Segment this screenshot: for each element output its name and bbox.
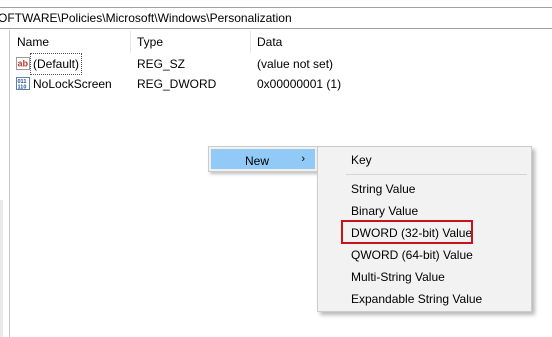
- svg-text:110: 110: [18, 85, 27, 91]
- column-header-name[interactable]: Name: [11, 31, 131, 53]
- string-value-icon: ab: [16, 57, 30, 70]
- menu-item-multi-string-value[interactable]: Multi-String Value: [351, 270, 445, 284]
- submenu-arrow-icon: ›: [301, 153, 305, 165]
- menu-item-string-value[interactable]: String Value: [351, 182, 415, 196]
- menu-item-new[interactable]: New ›: [211, 149, 315, 169]
- menu-item-binary-value[interactable]: Binary Value: [351, 204, 418, 218]
- value-row-default[interactable]: ab (Default) REG_SZ (value not set): [11, 53, 531, 75]
- menu-item-expandable-string-value[interactable]: Expandable String Value: [351, 292, 482, 306]
- value-name: NoLockScreen: [33, 77, 112, 91]
- value-type: REG_SZ: [137, 57, 186, 71]
- svg-text:ab: ab: [18, 59, 29, 69]
- column-header: Name Type Data: [11, 31, 552, 53]
- tree-scrollbar[interactable]: [0, 200, 3, 337]
- value-name: (Default): [29, 53, 83, 75]
- menu-separator: [346, 174, 527, 175]
- menu-item-qword-value[interactable]: QWORD (64-bit) Value: [351, 248, 473, 262]
- value-type: REG_DWORD: [137, 77, 217, 91]
- address-path: OFTWARE\Policies\Microsoft\Windows\Perso…: [0, 11, 292, 25]
- menu-item-new-label: New: [245, 154, 270, 168]
- value-row-nolockscreen[interactable]: 011 110 NoLockScreen REG_DWORD 0x0000000…: [11, 74, 531, 94]
- binary-value-icon: 011 110: [16, 77, 30, 90]
- column-header-type[interactable]: Type: [131, 31, 251, 53]
- menu-item-key[interactable]: Key: [351, 153, 372, 167]
- new-submenu: Key String Value Binary Value DWORD (32-…: [317, 146, 532, 312]
- highlight-annotation-box: [341, 220, 473, 244]
- column-header-data[interactable]: Data: [251, 31, 541, 53]
- value-data: 0x00000001 (1): [257, 77, 342, 91]
- value-data: (value not set): [257, 57, 334, 71]
- address-bar[interactable]: OFTWARE\Policies\Microsoft\Windows\Perso…: [0, 7, 552, 29]
- context-menu: New ›: [208, 146, 318, 172]
